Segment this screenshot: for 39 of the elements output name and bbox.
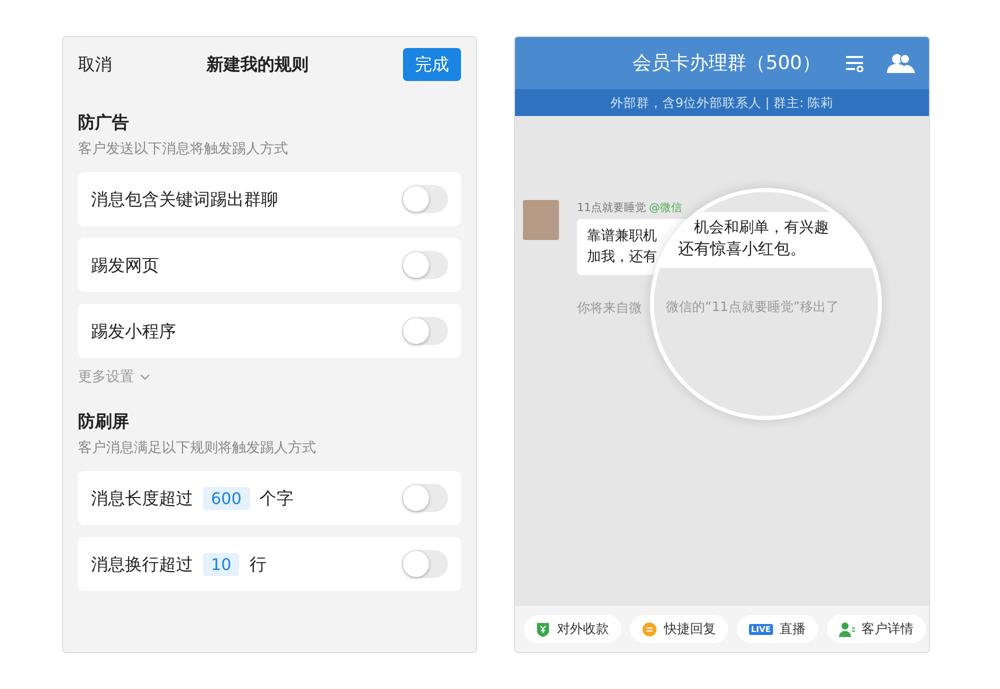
unit-label: 行 — [249, 554, 266, 576]
setting-label: 消息换行超过 — [91, 554, 193, 576]
setting-label: 踢发小程序 — [91, 320, 176, 342]
settings-icon[interactable] — [845, 54, 865, 72]
members-icon[interactable] — [887, 53, 915, 73]
tool-button[interactable]: LIVE 直播 — [737, 615, 818, 643]
setting-label: 消息长度超过 — [91, 488, 193, 510]
avatar-photo-placeholder — [523, 200, 559, 240]
toggle-switch[interactable] — [402, 317, 448, 345]
toggle-switch[interactable] — [402, 484, 448, 512]
page-title: 新建我的规则 — [206, 54, 308, 76]
magnified-system-message: 微信的“11点就要睡觉”移出了 — [666, 299, 840, 316]
setting-label: 踢发网页 — [91, 254, 159, 276]
done-button[interactable]: 完成 — [403, 48, 461, 80]
tool-button[interactable]: 客户详情 — [826, 615, 926, 643]
tool-button[interactable]: 对外收款 — [524, 615, 621, 643]
sender-name: 11点就要睡觉 — [577, 200, 646, 215]
cancel-button[interactable]: 取消 — [78, 52, 112, 76]
yuan-shield-icon — [536, 622, 550, 636]
section-title: 防刷屏 — [78, 411, 130, 433]
section-title: 防广告 — [78, 112, 130, 134]
source-label: @微信 — [649, 200, 682, 215]
toggle-switch[interactable] — [402, 251, 448, 279]
section-subtitle: 客户发送以下消息将触发踢人方式 — [78, 140, 289, 158]
group-info-bar: 外部群，含9位外部联系人 | 群主: 陈莉 — [515, 89, 929, 116]
chat-bubble-icon — [642, 622, 657, 636]
chevron-down-icon — [140, 374, 150, 380]
unit-label: 个字 — [260, 488, 294, 510]
magnified-message-text: 还有惊喜小红包。 — [678, 238, 807, 260]
tool-button[interactable]: 快捷回复 — [630, 615, 728, 643]
magnified-message-text: 机会和刷单，有兴趣 — [693, 217, 830, 238]
toggle-switch[interactable] — [402, 185, 448, 213]
setting-label: 消息包含关键词踢出群聊 — [91, 188, 278, 210]
person-icon — [838, 622, 855, 636]
toggle-switch[interactable] — [402, 550, 448, 578]
section-subtitle: 客户消息满足以下规则将触发踢人方式 — [78, 439, 317, 457]
live-badge: LIVE — [749, 624, 773, 634]
chat-title: 会员卡办理群（500） — [632, 51, 821, 76]
system-message: 你将来自微 — [577, 300, 642, 317]
